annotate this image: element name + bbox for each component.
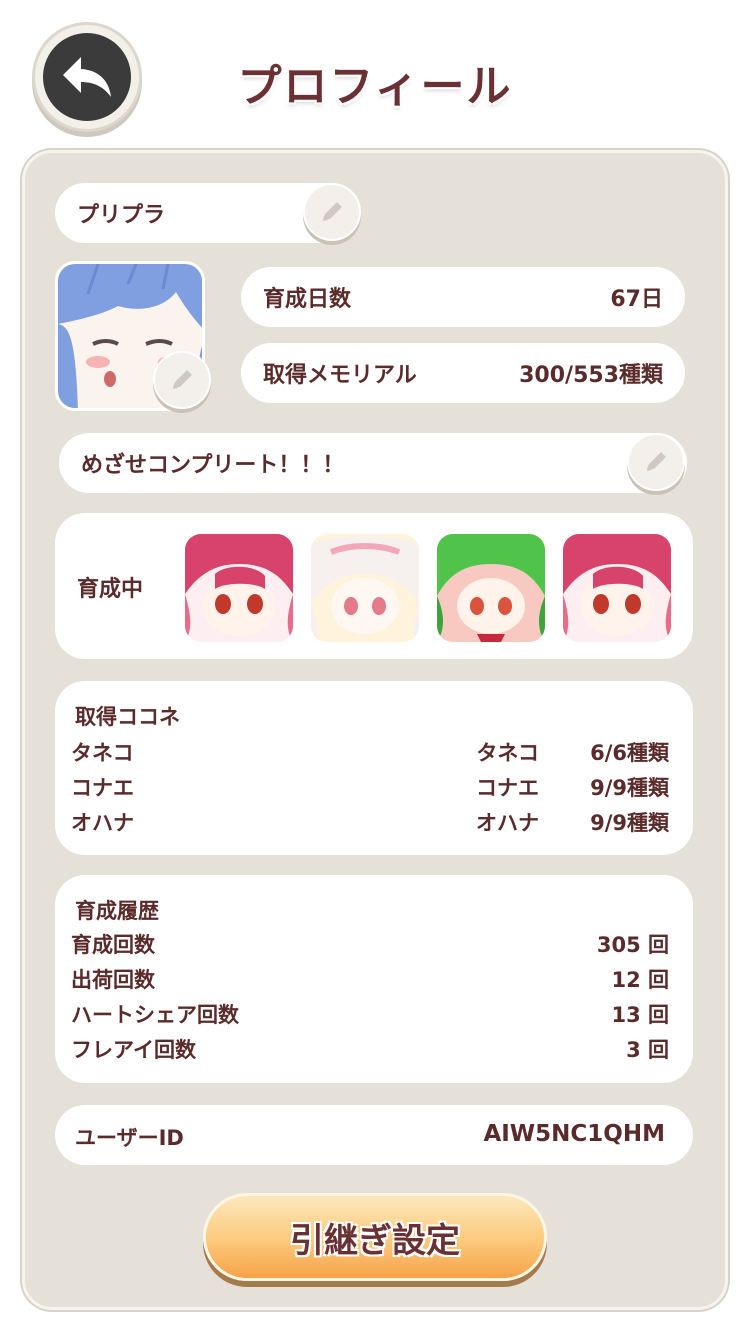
stat-raising-days: 育成日数 67日 xyxy=(241,267,685,327)
history-title: 育成履歴 xyxy=(75,899,159,923)
stat-label: 取得メモリアル xyxy=(263,363,417,388)
history-card: 育成履歴 育成回数 305 回 出荷回数 12 回 ハートシェア回数 13 回 … xyxy=(55,875,693,1083)
history-row: ハートシェア回数 13 回 xyxy=(71,997,669,1031)
pencil-icon xyxy=(173,370,192,389)
kokone-row: オハナ オハナ 9/9種類 xyxy=(71,805,669,839)
history-row: 出荷回数 12 回 xyxy=(71,962,669,996)
character-thumb-4[interactable] xyxy=(563,534,671,642)
stat-value: 300/553種類 xyxy=(519,363,663,388)
profile-panel: プリプラ 育成日数 67日 取得メモリアル 300/553種類 めざせコンプリー… xyxy=(22,150,728,1310)
character-thumb-2[interactable] xyxy=(311,534,419,642)
edit-motto-button[interactable] xyxy=(627,433,685,491)
edit-name-button[interactable] xyxy=(303,183,361,241)
history-row-value: 13 回 xyxy=(611,1003,669,1027)
user-id-label: ユーザーID xyxy=(75,1126,184,1150)
history-row-value: 12 回 xyxy=(611,968,669,992)
history-row: 育成回数 305 回 xyxy=(71,927,669,961)
pencil-icon xyxy=(323,202,342,221)
character-thumb-1[interactable] xyxy=(185,534,293,642)
motto-field: めざせコンプリート！！！ xyxy=(59,433,687,493)
history-row-label: ハートシェア回数 xyxy=(71,1003,239,1027)
raising-card: 育成中 xyxy=(55,513,693,659)
player-name: プリプラ xyxy=(77,203,166,228)
motto-text: めざせコンプリート！！！ xyxy=(81,453,345,478)
raising-label: 育成中 xyxy=(77,577,144,602)
kokone-row-name: タネコ xyxy=(476,741,539,765)
kokone-row-label: タネコ xyxy=(71,741,134,765)
kokone-card: 取得ココネ タネコ タネコ 6/6種類 コナエ コナエ 9/9種類 オハナ オハ… xyxy=(55,681,693,855)
history-row-label: フレアイ回数 xyxy=(71,1038,196,1062)
history-row-label: 育成回数 xyxy=(71,933,155,957)
kokone-row: コナエ コナエ 9/9種類 xyxy=(71,770,669,804)
user-id-card: ユーザーID AIW5NC1QHM xyxy=(55,1105,693,1165)
kokone-row-label: コナエ xyxy=(71,776,134,800)
kokone-row-count: 6/6種類 xyxy=(590,741,669,765)
transfer-settings-button[interactable]: 引継ぎ設定 xyxy=(203,1193,547,1281)
profile-screen: プロフィール プリプラ 育成日数 67日 取得メモリアル 300/553種類 め… xyxy=(0,0,750,1334)
transfer-settings-label: 引継ぎ設定 xyxy=(290,1220,460,1261)
stat-memorial: 取得メモリアル 300/553種類 xyxy=(241,343,685,403)
kokone-row-count: 9/9種類 xyxy=(590,811,669,835)
kokone-row-label: オハナ xyxy=(71,811,134,835)
kokone-row-count: 9/9種類 xyxy=(590,776,669,800)
user-id-value: AIW5NC1QHM xyxy=(483,1121,665,1147)
page-title: プロフィール xyxy=(237,61,513,112)
pencil-icon xyxy=(647,452,666,471)
history-row-label: 出荷回数 xyxy=(71,968,155,992)
stat-label: 育成日数 xyxy=(263,287,352,312)
character-thumb-3[interactable] xyxy=(437,534,545,642)
kokone-title: 取得ココネ xyxy=(75,705,180,729)
edit-avatar-button[interactable] xyxy=(153,351,211,409)
history-row-value: 3 回 xyxy=(626,1038,669,1062)
kokone-row-name: オハナ xyxy=(476,811,539,835)
kokone-row: タネコ タネコ 6/6種類 xyxy=(71,735,669,769)
history-row: フレアイ回数 3 回 xyxy=(71,1032,669,1066)
kokone-row-name: コナエ xyxy=(476,776,539,800)
stat-value: 67日 xyxy=(610,287,663,312)
history-row-value: 305 回 xyxy=(596,933,669,957)
